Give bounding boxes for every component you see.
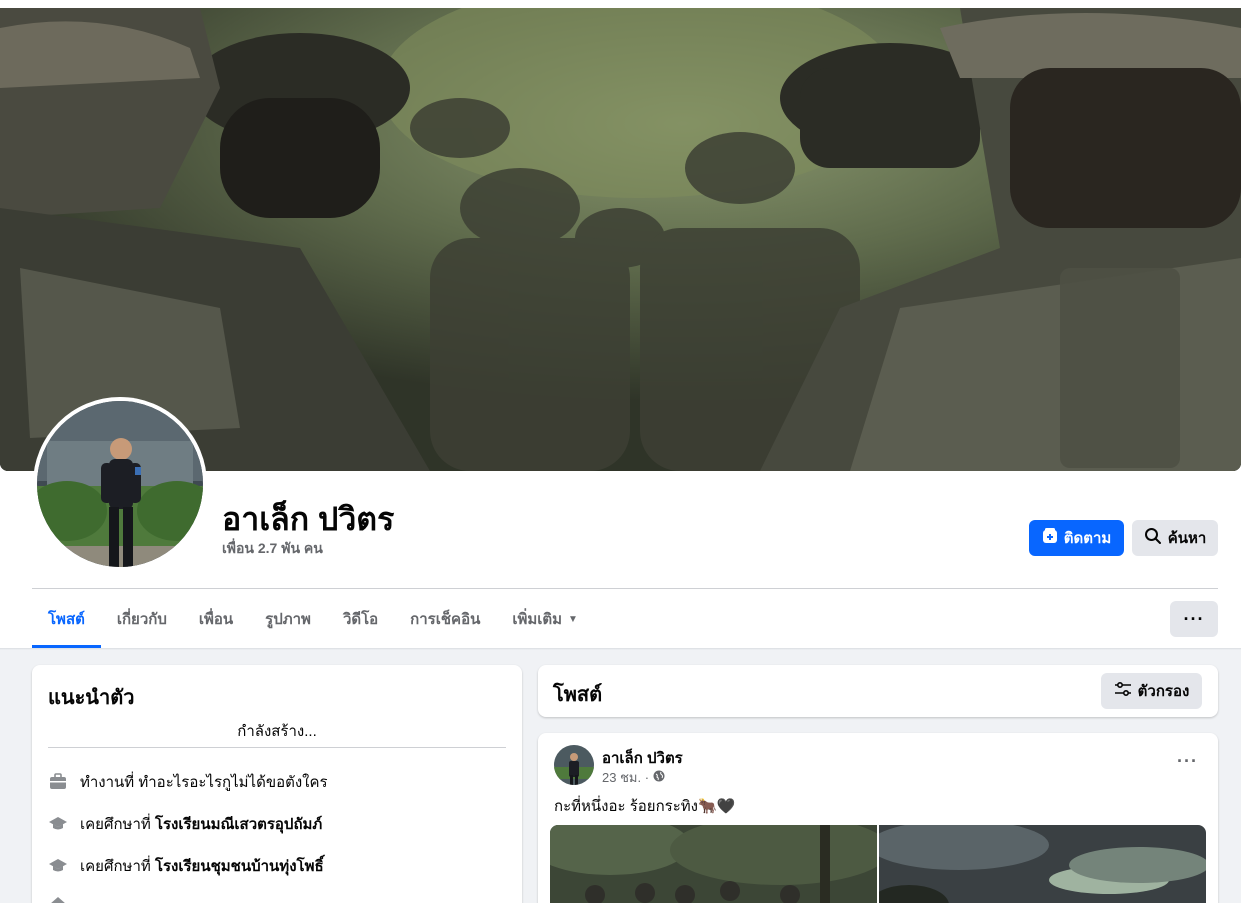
intro-education-2: เคยศึกษาที่ โรงเรียนชุมชนบ้านทุ่งโพธิ์ — [48, 854, 324, 878]
profile-header: อาเล็ก ปวิตร เพื่อน 2.7 พัน คน ติดตาม ค้… — [0, 0, 1241, 650]
briefcase-icon — [48, 772, 68, 792]
tab-about[interactable]: เกี่ยวกับ — [101, 590, 183, 648]
intro-education-2-value[interactable]: โรงเรียนชุมชนบ้านทุ่งโพธิ์ — [155, 858, 324, 875]
search-icon — [1144, 527, 1162, 549]
filter-label: ตัวกรอง — [1137, 683, 1190, 700]
intro-education-1-prefix: เคยศึกษาที่ — [80, 816, 151, 833]
post-photos — [550, 825, 1206, 903]
more-options-button[interactable]: ··· — [1170, 601, 1218, 637]
graduation-cap-icon — [48, 814, 68, 834]
intro-education-1: เคยศึกษาที่ โรงเรียนมณีเสวตรอุปถัมภ์ — [48, 812, 322, 836]
intro-work-prefix: ทำงานที่ — [80, 774, 135, 791]
tab-checkins[interactable]: การเช็คอิน — [394, 590, 496, 648]
search-button[interactable]: ค้นหา — [1132, 520, 1218, 556]
post-photo-2[interactable] — [869, 825, 1206, 903]
intro-card: แนะนำตัว กำลังสร้าง... ทำงานที่ ทำอะไรอะ… — [32, 665, 522, 903]
intro-divider — [48, 747, 506, 748]
post-photo-1[interactable] — [550, 825, 890, 903]
post-card: อาเล็ก ปวิตร 23 ชม. · ··· กะที่หนึ่งอะ ร… — [538, 733, 1218, 903]
home-icon — [48, 894, 68, 903]
follow-label: ติดตาม — [1063, 530, 1112, 547]
profile-tabs: โพสต์ เกี่ยวกับ เพื่อน รูปภาพ วิดีโอ การ… — [32, 590, 594, 648]
search-label: ค้นหา — [1167, 530, 1207, 547]
graduation-cap-icon — [48, 856, 68, 876]
header-shadow — [0, 648, 1241, 650]
caret-down-icon: ▼ — [568, 613, 578, 625]
intro-bio: กำลังสร้าง... — [237, 723, 317, 740]
follow-icon — [1042, 528, 1058, 548]
post-time[interactable]: 23 ชม. · — [602, 767, 649, 788]
post-meta: 23 ชม. · — [602, 767, 665, 788]
post-author-avatar[interactable] — [554, 745, 594, 785]
cover-photo[interactable] — [0, 8, 1241, 471]
intro-item-partial — [48, 894, 68, 903]
post-options-button[interactable]: ··· — [1177, 751, 1198, 772]
intro-work: ทำงานที่ ทำอะไรอะไรกูไม่ได้ขอตังใคร — [48, 770, 328, 794]
posts-title: โพสต์ — [553, 684, 603, 706]
follow-button[interactable]: ติดตาม — [1029, 520, 1124, 556]
tab-friends[interactable]: เพื่อน — [183, 590, 249, 648]
header-divider — [32, 588, 1218, 589]
posts-header-card: โพสต์ ตัวกรอง — [538, 665, 1218, 717]
globe-icon — [653, 770, 665, 785]
intro-education-1-value[interactable]: โรงเรียนมณีเสวตรอุปถัมภ์ — [155, 816, 322, 833]
intro-work-value: ทำอะไรอะไรกูไม่ได้ขอตังใคร — [138, 774, 328, 791]
filter-icon — [1114, 681, 1132, 701]
filter-button[interactable]: ตัวกรอง — [1101, 673, 1202, 709]
tab-more[interactable]: เพิ่มเติม ▼ — [496, 590, 594, 648]
intro-title: แนะนำตัว — [48, 687, 135, 709]
tab-posts[interactable]: โพสต์ — [32, 590, 101, 648]
profile-avatar[interactable] — [33, 397, 207, 571]
tab-photos[interactable]: รูปภาพ — [249, 590, 327, 648]
post-text: กะที่หนึ่งอะ ร้อยกระทิง🐂🖤 — [554, 798, 736, 815]
friends-count[interactable]: เพื่อน 2.7 พัน คน — [222, 538, 323, 560]
tab-videos[interactable]: วิดีโอ — [327, 590, 394, 648]
intro-education-2-prefix: เคยศึกษาที่ — [80, 858, 151, 875]
